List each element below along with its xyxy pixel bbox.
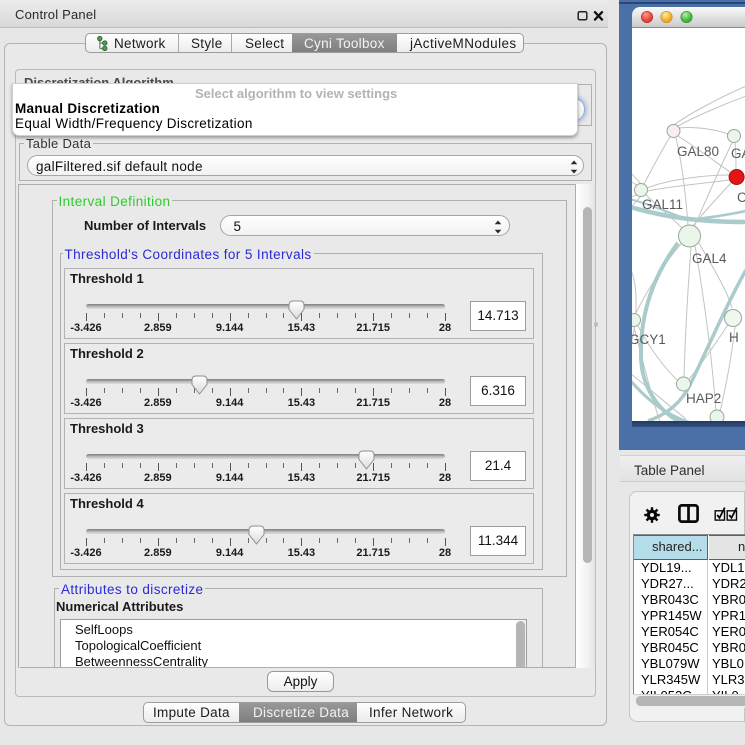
- svg-text:H: H: [729, 330, 739, 345]
- svg-text:GAL4: GAL4: [692, 251, 727, 266]
- svg-text:GAL11: GAL11: [642, 197, 683, 212]
- svg-text:HAP2: HAP2: [686, 391, 721, 406]
- svg-text:GAL80: GAL80: [677, 144, 719, 159]
- svg-text:GCY1: GCY1: [632, 332, 666, 347]
- svg-text:GA: GA: [731, 146, 745, 161]
- svg-text:C: C: [737, 190, 745, 205]
